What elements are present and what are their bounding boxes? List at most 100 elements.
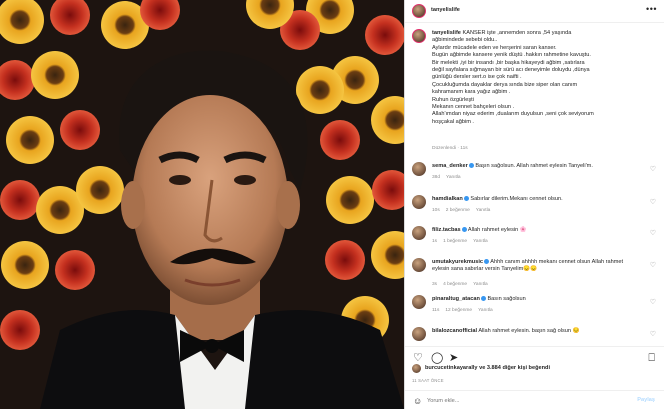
comment-body: Allah rahmet eylesin 🌸 — [467, 227, 527, 233]
verified-badge-icon — [480, 296, 486, 302]
comment-like-icon[interactable]: ♡ — [650, 261, 656, 269]
commenter-username[interactable]: filiz.tacbas — [432, 227, 461, 233]
comment-body: Başın sağolsun. Allah rahmet eylesin Tan… — [475, 163, 593, 169]
reply-button[interactable]: Yanıtla — [446, 175, 461, 180]
caption-body: KANSER işte ,annemden sonra ,54 yaşında a… — [432, 30, 594, 125]
caption-text: tanyelislife KANSER işte ,annemden sonra… — [432, 30, 654, 126]
commenter-avatar[interactable] — [412, 226, 426, 240]
commenter-username[interactable]: umutakyurekmusic — [432, 259, 483, 265]
caption-line: KANSER işte ,annemden sonra ,54 yaşında — [462, 30, 572, 36]
liker-avatar[interactable] — [412, 364, 421, 373]
comment-body: Sabırlar dilerim.Mekanı cennet olsun. — [470, 196, 563, 202]
red-flower-shape — [55, 250, 95, 290]
caption-line: Mekanın cennet bahçeleri olsun . — [432, 104, 515, 111]
caption-line: hoşçakal ağbim . — [432, 118, 474, 125]
comment-input[interactable] — [427, 395, 607, 406]
reply-button[interactable]: Yanıtla — [473, 282, 488, 287]
verified-badge-icon — [468, 163, 474, 169]
comment-meta-item[interactable]: 2 beğenme — [446, 208, 470, 213]
commenter-username[interactable]: hamdialkan — [432, 196, 463, 202]
liker-username[interactable]: burcucetinkayarally — [425, 365, 478, 371]
heart-icon[interactable]: ♡ — [413, 353, 423, 364]
comment-like-icon[interactable]: ♡ — [650, 198, 656, 206]
post-image — [0, 0, 404, 409]
comment-meta-item: 11s — [432, 308, 440, 313]
sunflower-shape — [326, 176, 374, 224]
red-flower-shape — [0, 180, 40, 220]
caption-avatar[interactable] — [412, 29, 426, 43]
sunflower-shape — [296, 66, 344, 114]
comment-meta-item: 38d — [432, 175, 441, 180]
caption-line: Ruhun özgürleşti — [432, 96, 474, 103]
comment-meta-item[interactable]: 4 beğenme — [443, 282, 467, 287]
caption-line: ağbimindede sebebi oldu.. — [432, 37, 498, 44]
comment-icon[interactable]: ◯ — [431, 353, 443, 364]
post-header: tanyelislife ••• — [405, 0, 664, 23]
reply-button[interactable]: Yanıtla — [478, 308, 493, 313]
comment-text-block: pinaraltug_atacan Basın sağolsun — [432, 296, 637, 303]
comment-body: Basın sağolsun — [487, 296, 526, 302]
verified-badge-icon — [484, 259, 489, 265]
comment-like-icon[interactable]: ♡ — [650, 330, 656, 338]
sunflower-shape — [76, 166, 124, 214]
comment-like-icon[interactable]: ♡ — [650, 165, 656, 173]
sunflower-shape — [6, 116, 54, 164]
post-comment-button[interactable]: Paylaş — [637, 397, 655, 403]
comment-meta-item: 3s — [432, 282, 438, 287]
caption-line: kahramanım kara yağız ağbim . — [432, 89, 511, 96]
sunflower-shape — [1, 241, 49, 289]
comment-text-block: sema_denker Başın sağolsun. Allah rahmet… — [432, 163, 637, 170]
caption-line: Aylardır mücadele eden ve herşerini sara… — [432, 44, 557, 51]
post-date: 11 SAAT ÖNCE — [412, 378, 444, 383]
comment-text-block: filiz.tacbas Allah rahmet eylesin 🌸 — [432, 227, 637, 234]
comment-text-block: umutakyurekmusic Ahhh canım ahhhh mekanı… — [432, 259, 637, 274]
caption-meta: Düzenlendi · 11s — [432, 146, 468, 151]
comment-composer: ☺ Paylaş — [405, 390, 664, 410]
caption-username[interactable]: tanyelislife — [432, 30, 461, 36]
reply-button[interactable]: Yanıtla — [476, 208, 491, 213]
red-flower-shape — [365, 15, 404, 55]
comment-meta-item[interactable]: 12 beğenme — [445, 308, 472, 313]
caption-line: Çocukluğumda dayaklar derya sında bize s… — [432, 81, 578, 88]
caption-line: Allah'ımdan niyaz ederim ,dualarım duyul… — [432, 111, 594, 118]
caption-line: Bir melekti ,iyi bir insandı ,bir başka … — [432, 59, 585, 66]
bookmark-icon[interactable]: ⎕ — [648, 353, 655, 364]
post-sidebar: tanyelislife ••• tanyelislife KANSER işt… — [404, 0, 664, 409]
comment-meta: 10s 2 beğenme Yanıtla — [432, 208, 496, 213]
caption-line: Bugün ağbimde kansere yenik düştü .hakkı… — [432, 52, 591, 59]
red-flower-shape — [320, 120, 360, 160]
comment-like-icon[interactable]: ♡ — [650, 298, 656, 306]
commenter-username[interactable]: bilalozcanofficial — [432, 328, 477, 334]
comment-body: Allah rahmet eylesin. başın sağ olsun 😔 — [478, 328, 580, 334]
author-username[interactable]: tanyelislife — [431, 7, 460, 14]
likes-row: burcucetinkayarally ve 3.884 diğer kişi … — [412, 364, 658, 374]
likes-count[interactable]: ve 3.884 diğer kişi beğendi — [479, 365, 550, 371]
comment-like-icon[interactable]: ♡ — [650, 229, 656, 237]
more-horizontal-icon[interactable]: ••• — [646, 4, 657, 14]
author-avatar[interactable] — [412, 4, 426, 18]
comment-meta: 11s 12 beğenme Yanıtla — [432, 308, 499, 313]
commenter-avatar[interactable] — [412, 295, 426, 309]
reply-button[interactable]: Yanıtla — [473, 239, 488, 244]
red-flower-shape — [60, 110, 100, 150]
verified-badge-icon — [463, 196, 469, 202]
commenter-username[interactable]: sema_denker — [432, 163, 468, 169]
verified-badge-icon — [461, 227, 467, 233]
comment-meta-item[interactable]: 1 beğenme — [443, 239, 467, 244]
commenter-avatar[interactable] — [412, 162, 426, 176]
comment-meta: 3s 4 beğenme Yanıtla — [432, 282, 494, 287]
share-icon[interactable]: ➤ — [449, 353, 458, 364]
smile-icon[interactable]: ☺ — [413, 396, 422, 406]
red-flower-shape — [0, 310, 40, 350]
post-photo[interactable] — [0, 0, 404, 409]
commenter-username[interactable]: pinaraltug_atacan — [432, 296, 480, 302]
comment-text-block: hamdialkan Sabırlar dilerim.Mekanı cenne… — [432, 196, 637, 203]
red-flower-shape — [325, 240, 365, 280]
commenter-avatar[interactable] — [412, 258, 426, 272]
comment-meta-item: 1s — [432, 239, 438, 244]
comment-meta-item: 10s — [432, 208, 440, 213]
comment-text-block: bilalozcanofficial Allah rahmet eylesin.… — [432, 328, 637, 335]
commenter-avatar[interactable] — [412, 195, 426, 209]
commenter-avatar[interactable] — [412, 327, 426, 341]
sunflower-shape — [31, 51, 79, 99]
